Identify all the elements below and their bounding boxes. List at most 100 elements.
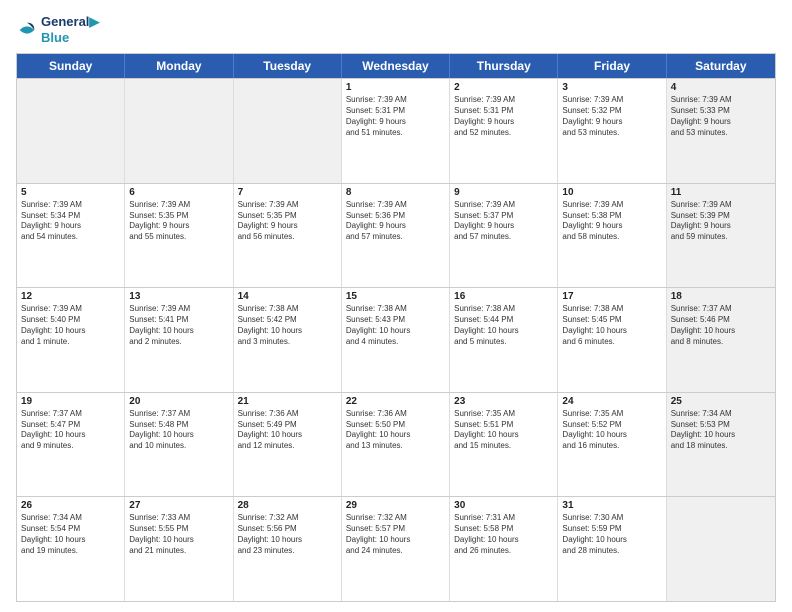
header-cell-monday: Monday xyxy=(125,54,233,78)
calendar-day-3: 3Sunrise: 7:39 AM Sunset: 5:32 PM Daylig… xyxy=(558,79,666,183)
calendar-week-2: 5Sunrise: 7:39 AM Sunset: 5:34 PM Daylig… xyxy=(17,183,775,288)
day-number: 22 xyxy=(346,396,445,407)
calendar-day-20: 20 Sunrise: 7:37 AM Sunset: 5:48 PM Dayli… xyxy=(125,393,233,497)
logo: General▶ Blue xyxy=(16,14,99,45)
day-number: 10 xyxy=(562,187,661,198)
day-info: Sunrise: 7:31 AM Sunset: 5:58 PM Dayligh… xyxy=(454,513,553,556)
day-number: 23 xyxy=(454,396,553,407)
day-number: 18 xyxy=(671,291,771,302)
day-info: Sunrise: 7:37 AM Sunset: 5:47 PM Dayligh… xyxy=(21,409,120,452)
calendar-day-29: 29 Sunrise: 7:32 AM Sunset: 5:57 PM Dayli… xyxy=(342,497,450,601)
day-number: 3 xyxy=(562,82,661,93)
calendar-empty-cell xyxy=(234,79,342,183)
calendar-day-8: 8 Sunrise: 7:39 AM Sunset: 5:36 PM Daylig… xyxy=(342,184,450,288)
day-info: Sunrise: 7:39 AM Sunset: 5:35 PM Dayligh… xyxy=(238,200,337,243)
day-number: 21 xyxy=(238,396,337,407)
header-cell-tuesday: Tuesday xyxy=(234,54,342,78)
calendar-day-21: 21 Sunrise: 7:36 AM Sunset: 5:49 PM Dayli… xyxy=(234,393,342,497)
day-info: Sunrise: 7:39 AM Sunset: 5:40 PM Dayligh… xyxy=(21,304,120,347)
day-number: 4 xyxy=(671,82,771,93)
day-info: Sunrise: 7:39 AM Sunset: 5:31 PM Dayligh… xyxy=(454,95,553,138)
calendar-day-24: 24 Sunrise: 7:35 AM Sunset: 5:52 PM Dayli… xyxy=(558,393,666,497)
calendar-day-30: 30 Sunrise: 7:31 AM Sunset: 5:58 PM Dayli… xyxy=(450,497,558,601)
logo-icon xyxy=(16,19,38,41)
day-number: 11 xyxy=(671,187,771,198)
day-number: 15 xyxy=(346,291,445,302)
day-info: Sunrise: 7:35 AM Sunset: 5:52 PM Dayligh… xyxy=(562,409,661,452)
calendar-day-5: 5Sunrise: 7:39 AM Sunset: 5:34 PM Daylig… xyxy=(17,184,125,288)
day-number: 16 xyxy=(454,291,553,302)
day-info: Sunrise: 7:38 AM Sunset: 5:42 PM Dayligh… xyxy=(238,304,337,347)
calendar-week-5: 26Sunrise: 7:34 AM Sunset: 5:54 PM Dayli… xyxy=(17,496,775,601)
day-info: Sunrise: 7:39 AM Sunset: 5:33 PM Dayligh… xyxy=(671,95,771,138)
calendar-day-9: 9 Sunrise: 7:39 AM Sunset: 5:37 PM Daylig… xyxy=(450,184,558,288)
calendar-day-19: 19 Sunrise: 7:37 AM Sunset: 5:47 PM Dayli… xyxy=(17,393,125,497)
day-number: 28 xyxy=(238,500,337,511)
day-number: 6 xyxy=(129,187,228,198)
calendar-day-26: 26Sunrise: 7:34 AM Sunset: 5:54 PM Dayli… xyxy=(17,497,125,601)
day-info: Sunrise: 7:36 AM Sunset: 5:50 PM Dayligh… xyxy=(346,409,445,452)
calendar-day-23: 23 Sunrise: 7:35 AM Sunset: 5:51 PM Dayli… xyxy=(450,393,558,497)
logo-text: General▶ Blue xyxy=(41,14,99,45)
day-info: Sunrise: 7:39 AM Sunset: 5:35 PM Dayligh… xyxy=(129,200,228,243)
day-info: Sunrise: 7:38 AM Sunset: 5:45 PM Dayligh… xyxy=(562,304,661,347)
calendar-day-16: 16 Sunrise: 7:38 AM Sunset: 5:44 PM Dayli… xyxy=(450,288,558,392)
calendar-day-2: 2 Sunrise: 7:39 AM Sunset: 5:31 PM Daylig… xyxy=(450,79,558,183)
day-info: Sunrise: 7:39 AM Sunset: 5:36 PM Dayligh… xyxy=(346,200,445,243)
calendar-day-11: 11 Sunrise: 7:39 AM Sunset: 5:39 PM Dayli… xyxy=(667,184,775,288)
day-number: 24 xyxy=(562,396,661,407)
day-number: 26 xyxy=(21,500,120,511)
day-number: 20 xyxy=(129,396,228,407)
day-number: 5 xyxy=(21,187,120,198)
day-number: 9 xyxy=(454,187,553,198)
day-info: Sunrise: 7:39 AM Sunset: 5:31 PM Dayligh… xyxy=(346,95,445,138)
calendar-day-22: 22 Sunrise: 7:36 AM Sunset: 5:50 PM Dayli… xyxy=(342,393,450,497)
day-number: 8 xyxy=(346,187,445,198)
calendar-day-15: 15 Sunrise: 7:38 AM Sunset: 5:43 PM Dayli… xyxy=(342,288,450,392)
header-cell-wednesday: Wednesday xyxy=(342,54,450,78)
day-number: 2 xyxy=(454,82,553,93)
day-info: Sunrise: 7:37 AM Sunset: 5:46 PM Dayligh… xyxy=(671,304,771,347)
header-cell-sunday: Sunday xyxy=(17,54,125,78)
day-number: 27 xyxy=(129,500,228,511)
calendar-week-3: 12 Sunrise: 7:39 AM Sunset: 5:40 PM Dayli… xyxy=(17,287,775,392)
day-info: Sunrise: 7:39 AM Sunset: 5:38 PM Dayligh… xyxy=(562,200,661,243)
day-info: Sunrise: 7:32 AM Sunset: 5:57 PM Dayligh… xyxy=(346,513,445,556)
day-number: 7 xyxy=(238,187,337,198)
calendar-day-7: 7 Sunrise: 7:39 AM Sunset: 5:35 PM Daylig… xyxy=(234,184,342,288)
calendar-day-13: 13Sunrise: 7:39 AM Sunset: 5:41 PM Dayli… xyxy=(125,288,233,392)
day-info: Sunrise: 7:38 AM Sunset: 5:44 PM Dayligh… xyxy=(454,304,553,347)
day-number: 25 xyxy=(671,396,771,407)
day-number: 13 xyxy=(129,291,228,302)
calendar-day-14: 14Sunrise: 7:38 AM Sunset: 5:42 PM Dayli… xyxy=(234,288,342,392)
calendar-day-10: 10 Sunrise: 7:39 AM Sunset: 5:38 PM Dayli… xyxy=(558,184,666,288)
day-number: 12 xyxy=(21,291,120,302)
day-info: Sunrise: 7:39 AM Sunset: 5:37 PM Dayligh… xyxy=(454,200,553,243)
calendar-header-row: SundayMondayTuesdayWednesdayThursdayFrid… xyxy=(17,54,775,78)
day-info: Sunrise: 7:34 AM Sunset: 5:53 PM Dayligh… xyxy=(671,409,771,452)
day-number: 17 xyxy=(562,291,661,302)
header: General▶ Blue xyxy=(16,14,776,45)
day-info: Sunrise: 7:35 AM Sunset: 5:51 PM Dayligh… xyxy=(454,409,553,452)
calendar-empty-cell xyxy=(17,79,125,183)
calendar-empty-cell xyxy=(125,79,233,183)
day-info: Sunrise: 7:36 AM Sunset: 5:49 PM Dayligh… xyxy=(238,409,337,452)
day-info: Sunrise: 7:33 AM Sunset: 5:55 PM Dayligh… xyxy=(129,513,228,556)
calendar-day-31: 31 Sunrise: 7:30 AM Sunset: 5:59 PM Dayli… xyxy=(558,497,666,601)
day-number: 30 xyxy=(454,500,553,511)
page: General▶ Blue SundayMondayTuesdayWednesd… xyxy=(0,0,792,612)
calendar-day-25: 25 Sunrise: 7:34 AM Sunset: 5:53 PM Dayli… xyxy=(667,393,775,497)
day-number: 19 xyxy=(21,396,120,407)
day-info: Sunrise: 7:38 AM Sunset: 5:43 PM Dayligh… xyxy=(346,304,445,347)
header-cell-thursday: Thursday xyxy=(450,54,558,78)
day-number: 31 xyxy=(562,500,661,511)
calendar-day-18: 18 Sunrise: 7:37 AM Sunset: 5:46 PM Dayli… xyxy=(667,288,775,392)
day-info: Sunrise: 7:37 AM Sunset: 5:48 PM Dayligh… xyxy=(129,409,228,452)
day-info: Sunrise: 7:39 AM Sunset: 5:39 PM Dayligh… xyxy=(671,200,771,243)
header-cell-friday: Friday xyxy=(558,54,666,78)
calendar-day-1: 1Sunrise: 7:39 AM Sunset: 5:31 PM Daylig… xyxy=(342,79,450,183)
calendar-day-6: 6 Sunrise: 7:39 AM Sunset: 5:35 PM Daylig… xyxy=(125,184,233,288)
day-info: Sunrise: 7:30 AM Sunset: 5:59 PM Dayligh… xyxy=(562,513,661,556)
day-number: 29 xyxy=(346,500,445,511)
calendar-day-12: 12 Sunrise: 7:39 AM Sunset: 5:40 PM Dayli… xyxy=(17,288,125,392)
